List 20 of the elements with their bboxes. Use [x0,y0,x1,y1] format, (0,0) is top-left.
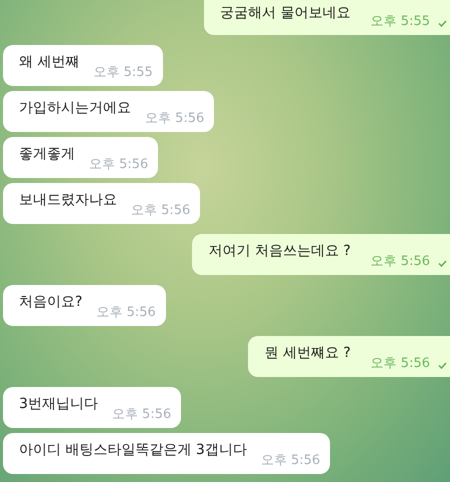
message-text: 저여기 처음쓰는데요 ? [208,242,351,260]
message-time: 오후 5:56 [260,452,320,469]
message-time: 오후 5:56 [89,156,148,173]
message-time: 오후 5:56 [112,406,172,423]
message-text: 보내드렸자나요 [19,191,117,209]
message-text: 3번재닙니다 [19,395,98,413]
message-time: 오후 5:56 [370,355,430,372]
message-time: 오후 5:56 [96,304,156,321]
message-time: 오후 5:56 [145,110,204,127]
message-text: 뭔 세번쨰요 ? [264,344,351,362]
message-text: 좋게좋게 [19,145,75,163]
message-time: 오후 5:55 [370,13,430,30]
message-text: 가입하시는거에요 [19,99,131,117]
message-text: 처음이요? [19,293,82,311]
message-time: 오후 5:56 [370,253,430,270]
message-text: 왜 세번쨰 [19,53,80,71]
message-text: 궁굼해서 물어보네요 [220,4,351,22]
message-text: 아이디 배팅스타일똑같은게 3갭니다 [19,441,247,459]
message-time: 오후 5:56 [131,202,190,219]
message-time: 오후 5:55 [93,64,153,81]
